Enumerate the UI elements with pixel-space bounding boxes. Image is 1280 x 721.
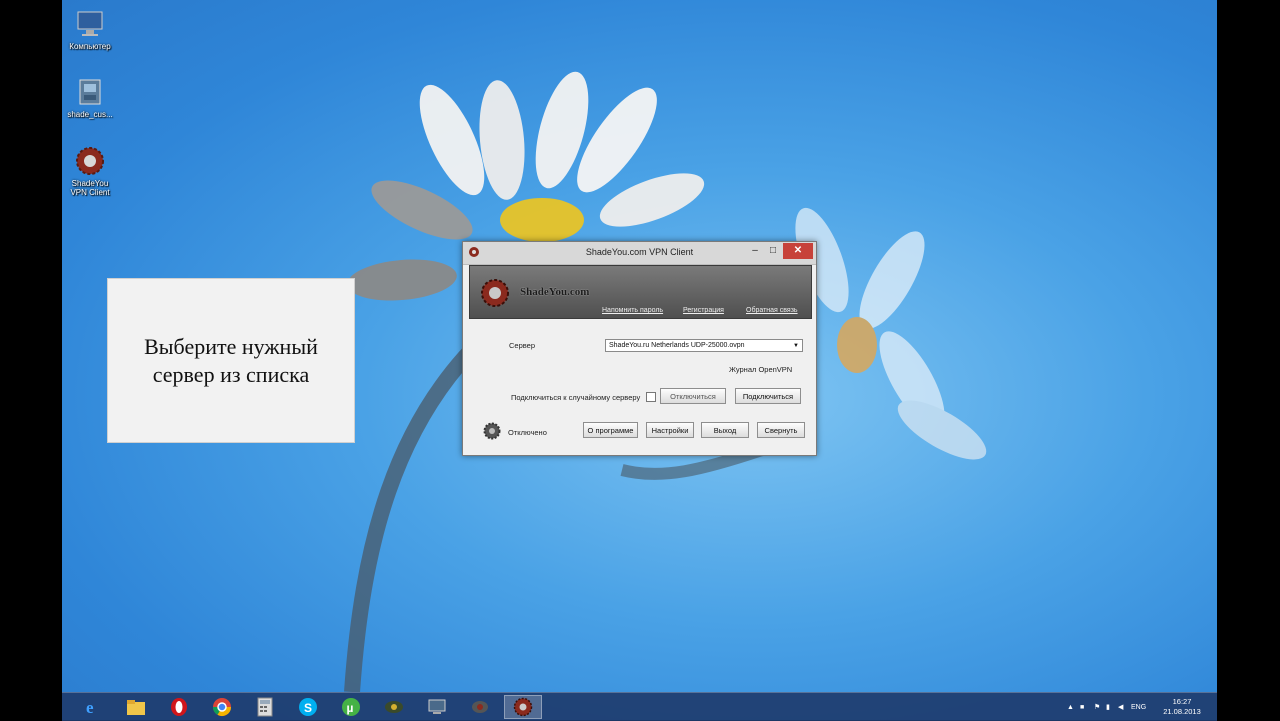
shadeyou-vpn-icon[interactable] [504, 695, 542, 719]
desktop-icon-label: shade_cus... [67, 110, 113, 119]
network-icon[interactable]: ▮ [1106, 693, 1110, 721]
minimize-app-button[interactable]: Свернуть [757, 422, 805, 438]
ie-icon[interactable]: e [74, 695, 112, 719]
window-titlebar[interactable]: ShadeYou.com VPN Client – □ ✕ [463, 242, 816, 265]
window-title: ShadeYou.com VPN Client [585, 247, 694, 257]
flag-icon[interactable]: ⚑ [1094, 693, 1100, 721]
server-selected-value: ShadeYou.ru Netherlands UDP-25000.ovpn [609, 342, 745, 349]
connection-status: Отключено [508, 428, 547, 437]
language-indicator[interactable]: ENG [1131, 693, 1146, 721]
taskbar: e S µ ▲ ■ ⚑ ▮ ◀ ENG 16:27 21.08.2013 [62, 692, 1217, 721]
banner-brand: ShadeYou.com [520, 286, 590, 298]
installer-icon [74, 76, 106, 108]
volume-icon[interactable]: ◀ [1118, 693, 1123, 721]
app-banner: ShadeYou.com Напомнить пароль Регистраци… [469, 265, 812, 319]
about-button[interactable]: О программе [583, 422, 638, 438]
window-close-button[interactable]: ✕ [783, 243, 813, 259]
window-maximize-button[interactable]: □ [765, 243, 781, 259]
desktop-icon-shadeyou-vpn[interactable]: ShadeYou VPN Client [62, 145, 120, 197]
openvpn-log-link[interactable]: Журнал OpenVPN [729, 365, 792, 374]
clock-date: 21.08.2013 [1163, 707, 1201, 716]
clock[interactable]: 16:27 21.08.2013 [1157, 697, 1207, 717]
server-dropdown[interactable]: ShadeYou.ru Netherlands UDP-25000.ovpn ▼ [605, 339, 803, 352]
shadeyou-logo-icon [481, 279, 509, 307]
chevron-down-icon: ▼ [793, 343, 799, 349]
network-app-icon[interactable] [418, 695, 456, 719]
vpn-tray-app-icon[interactable] [461, 695, 499, 719]
clock-time: 16:27 [1172, 697, 1192, 706]
desktop-icon-label: ShadeYou VPN Client [70, 179, 110, 197]
tray-app-icon[interactable]: ■ [1080, 693, 1084, 721]
skype-icon[interactable]: S [289, 695, 327, 719]
caption-text: Выберите нужный сервер из списка [144, 333, 318, 387]
disconnect-button[interactable]: Отключиться [660, 388, 726, 404]
feedback-link[interactable]: Обратная связь [746, 307, 798, 314]
window-minimize-button[interactable]: – [747, 243, 763, 259]
vpn-client-window: ShadeYou.com VPN Client – □ ✕ ShadeYou.c… [462, 241, 817, 456]
instruction-caption: Выберите нужный сервер из списка [107, 278, 355, 443]
calculator-icon[interactable] [246, 695, 284, 719]
server-label: Сервер [509, 341, 536, 350]
chrome-icon[interactable] [203, 695, 241, 719]
file-explorer-icon[interactable] [117, 695, 155, 719]
tray-overflow-icon[interactable]: ▲ [1067, 693, 1074, 721]
svg-text:µ: µ [347, 701, 354, 715]
opera-icon[interactable] [160, 695, 198, 719]
random-server-checkbox[interactable] [646, 392, 656, 402]
exit-button[interactable]: Выход [701, 422, 749, 438]
settings-button[interactable]: Настройки [646, 422, 694, 438]
utorrent-icon[interactable]: µ [332, 695, 370, 719]
register-link[interactable]: Регистрация [683, 307, 724, 314]
desktop-icon-label: Компьютер [69, 42, 111, 51]
shadeyou-logo-icon [74, 145, 106, 177]
desktop-icon-shade-installer[interactable]: shade_cus... [62, 76, 120, 119]
computer-icon [74, 8, 106, 40]
connect-button[interactable]: Подключиться [735, 388, 801, 404]
svg-text:S: S [304, 701, 312, 715]
svg-text:e: e [86, 698, 94, 717]
vpn-app-icon[interactable] [375, 695, 413, 719]
gear-status-icon [483, 422, 501, 440]
desktop-icon-computer[interactable]: Компьютер [62, 8, 120, 51]
random-server-label: Подключиться к случайному серверу [511, 393, 641, 402]
restore-password-link[interactable]: Напомнить пароль [602, 307, 663, 314]
